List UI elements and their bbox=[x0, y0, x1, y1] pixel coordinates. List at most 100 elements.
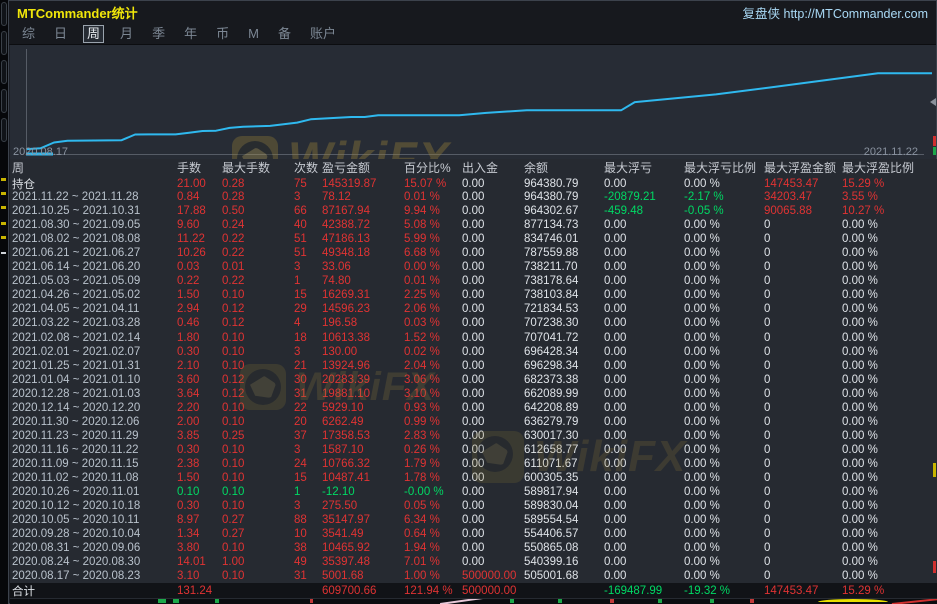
table-row[interactable]: 2020.08.31 ~ 2020.09.063.800.103810465.9… bbox=[10, 541, 937, 555]
table-row[interactable]: 2020.11.02 ~ 2020.11.081.500.101510487.4… bbox=[10, 471, 937, 485]
cell-2: 0.10 bbox=[222, 289, 294, 301]
menu-item-币[interactable]: 币 bbox=[213, 26, 232, 42]
menu-item-周[interactable]: 周 bbox=[83, 25, 104, 43]
table-row[interactable]: 2021.06.14 ~ 2021.06.200.030.01333.060.0… bbox=[10, 260, 937, 274]
table-row[interactable]: 2021.03.22 ~ 2021.03.280.460.124196.580.… bbox=[10, 316, 937, 330]
table-row[interactable]: 2021.11.22 ~ 2021.11.280.840.28378.120.0… bbox=[10, 190, 937, 204]
table-row[interactable]: 持仓21.000.2875145319.8715.07 %0.00964380.… bbox=[10, 176, 937, 190]
table-row[interactable]: 2021.02.08 ~ 2021.02.141.800.101810613.3… bbox=[10, 331, 937, 345]
cell-10: 0 bbox=[764, 233, 842, 245]
menu-item-备[interactable]: 备 bbox=[275, 26, 294, 42]
chart-end-date: 2021.11.22 bbox=[864, 146, 918, 158]
cell-3: 3 bbox=[294, 346, 322, 358]
cell-5: 2.04 % bbox=[404, 360, 462, 372]
cell-1: 2.94 bbox=[177, 303, 222, 315]
cell-7: 612658.77 bbox=[524, 444, 604, 456]
cell-10: 0 bbox=[764, 458, 842, 470]
column-header-8[interactable]: 最大浮亏 bbox=[604, 159, 684, 176]
cell-3: 22 bbox=[294, 402, 322, 414]
cell-9: 0.00 % bbox=[684, 275, 764, 287]
title-bar[interactable]: MTCommander统计 复盘侠 http://MTCommander.com bbox=[9, 1, 936, 23]
table-row[interactable]: 2021.08.30 ~ 2021.09.059.600.244042388.7… bbox=[10, 218, 937, 232]
table-row[interactable]: 2021.04.26 ~ 2021.05.021.500.101516269.3… bbox=[10, 288, 937, 302]
menu-item-日[interactable]: 日 bbox=[51, 26, 70, 42]
table-row[interactable]: 2020.12.28 ~ 2021.01.033.640.123119881.1… bbox=[10, 387, 937, 401]
table-row[interactable]: 2020.11.16 ~ 2020.11.220.300.1031587.100… bbox=[10, 443, 937, 457]
table-row[interactable]: 2020.08.17 ~ 2020.08.233.100.10315001.68… bbox=[10, 569, 937, 583]
column-header-4[interactable]: 盈亏金额 bbox=[322, 159, 404, 176]
cell-0: 2020.10.26 ~ 2020.11.01 bbox=[12, 486, 177, 498]
cell-10: 0 bbox=[764, 444, 842, 456]
cell-1: 3.85 bbox=[177, 430, 222, 442]
cell-3: 37 bbox=[294, 430, 322, 442]
cell-1: 9.60 bbox=[177, 219, 222, 231]
table-row[interactable]: 2020.11.23 ~ 2020.11.293.850.253717358.5… bbox=[10, 429, 937, 443]
table-row[interactable]: 2020.10.26 ~ 2020.11.010.100.101-12.10-0… bbox=[10, 485, 937, 499]
cell-6: 0.00 bbox=[462, 430, 524, 442]
table-row[interactable]: 2020.10.12 ~ 2020.10.180.300.103275.500.… bbox=[10, 499, 937, 513]
cell-2: 0.25 bbox=[222, 430, 294, 442]
column-header-9[interactable]: 最大浮亏比例 bbox=[684, 159, 764, 176]
cell-11: 0.00 % bbox=[842, 374, 937, 386]
cell-0: 2021.08.30 ~ 2021.09.05 bbox=[12, 219, 177, 231]
column-header-5[interactable]: 百分比% bbox=[404, 159, 462, 176]
background-widget bbox=[1, 118, 7, 142]
cell-5: 121.94 % bbox=[404, 585, 462, 597]
cell-4: 20283.39 bbox=[322, 374, 404, 386]
background-mark bbox=[1, 192, 6, 195]
table-row[interactable]: 2021.01.04 ~ 2021.01.103.600.123020283.3… bbox=[10, 373, 937, 387]
menu-item-M[interactable]: M bbox=[245, 26, 262, 42]
table-row[interactable]: 2020.09.28 ~ 2020.10.041.340.27103541.49… bbox=[10, 527, 937, 541]
table-row[interactable]: 2021.01.25 ~ 2021.01.312.100.102113924.9… bbox=[10, 359, 937, 373]
table-row[interactable]: 2021.10.25 ~ 2021.10.3117.880.506687167.… bbox=[10, 204, 937, 218]
table-row[interactable]: 2020.11.30 ~ 2020.12.062.000.10206262.49… bbox=[10, 415, 937, 429]
cell-8: 0.00 bbox=[604, 332, 684, 344]
cell-6: 0.00 bbox=[462, 247, 524, 259]
table-row[interactable]: 2020.10.05 ~ 2020.10.118.970.278835147.9… bbox=[10, 513, 937, 527]
menu-item-季[interactable]: 季 bbox=[149, 26, 168, 42]
cell-7: 540399.16 bbox=[524, 556, 604, 568]
table-row[interactable]: 2020.08.24 ~ 2020.08.3014.011.004935397.… bbox=[10, 555, 937, 569]
total-row[interactable]: 合计131.24609700.66121.94 %500000.00-16948… bbox=[10, 583, 937, 598]
column-header-11[interactable]: 最大浮盈比例 bbox=[842, 159, 937, 176]
cell-3: 31 bbox=[294, 388, 322, 400]
column-header-0[interactable]: 周 bbox=[12, 159, 177, 176]
cell-6: 0.00 bbox=[462, 416, 524, 428]
cell-5: 15.07 % bbox=[404, 178, 462, 190]
background-widget bbox=[1, 60, 7, 84]
column-header-10[interactable]: 最大浮盈金额 bbox=[764, 159, 842, 176]
menu-item-账户[interactable]: 账户 bbox=[307, 26, 339, 42]
table-row[interactable]: 2021.04.05 ~ 2021.04.112.940.122914596.2… bbox=[10, 302, 937, 316]
table-row[interactable]: 2021.02.01 ~ 2021.02.070.300.103130.000.… bbox=[10, 345, 937, 359]
column-header-7[interactable]: 余额 bbox=[524, 159, 604, 176]
cell-4: 10766.32 bbox=[322, 458, 404, 470]
scroll-arrow-icon[interactable] bbox=[930, 98, 936, 106]
column-header-6[interactable]: 出入金 bbox=[462, 159, 524, 176]
mini-bar bbox=[215, 599, 219, 603]
table-row[interactable]: 2021.06.21 ~ 2021.06.2710.260.225149348.… bbox=[10, 246, 937, 260]
column-header-1[interactable]: 手数 bbox=[177, 159, 222, 176]
cell-3: 20 bbox=[294, 416, 322, 428]
table-row[interactable]: 2021.08.02 ~ 2021.08.0811.220.225147186.… bbox=[10, 232, 937, 246]
cell-9: 0.00 % bbox=[684, 542, 764, 554]
cell-1: 14.01 bbox=[177, 556, 222, 568]
cell-8: 0.00 bbox=[604, 528, 684, 540]
cell-11: 0.00 % bbox=[842, 556, 937, 568]
equity-chart: WikiFX 2020.08.17 2021.11.22 bbox=[10, 45, 936, 159]
table-row[interactable]: 2020.11.09 ~ 2020.11.152.380.102410766.3… bbox=[10, 457, 937, 471]
menu-item-月[interactable]: 月 bbox=[117, 26, 136, 42]
cell-1: 1.34 bbox=[177, 528, 222, 540]
column-header-2[interactable]: 最大手数 bbox=[222, 159, 294, 176]
menu-item-年[interactable]: 年 bbox=[181, 26, 200, 42]
cell-3: 75 bbox=[294, 178, 322, 190]
table-row[interactable]: 2021.05.03 ~ 2021.05.090.220.22174.800.0… bbox=[10, 274, 937, 288]
cell-8: 0.00 bbox=[604, 472, 684, 484]
cell-6: 0.00 bbox=[462, 360, 524, 372]
menu-item-综[interactable]: 综 bbox=[19, 26, 38, 42]
cell-7: 707238.30 bbox=[524, 317, 604, 329]
cell-8: 0.00 bbox=[604, 416, 684, 428]
brand-link[interactable]: 复盘侠 http://MTCommander.com bbox=[743, 3, 928, 22]
column-header-3[interactable]: 次数 bbox=[294, 159, 322, 176]
table-row[interactable]: 2020.12.14 ~ 2020.12.202.200.10225929.10… bbox=[10, 401, 937, 415]
cell-9: 0.00 % bbox=[684, 402, 764, 414]
